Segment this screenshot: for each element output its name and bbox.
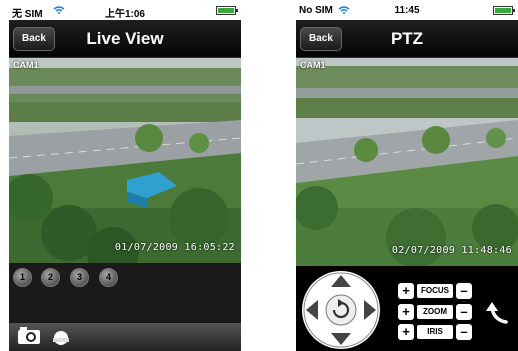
ptz-control-panel: + FOCUS – + ZOOM – + IRIS –: [296, 266, 518, 351]
focus-plus-button[interactable]: +: [398, 283, 414, 299]
nav-bar: Back PTZ: [296, 20, 518, 58]
camera-icon[interactable]: [17, 326, 41, 346]
bottom-toolbar: [9, 323, 241, 351]
page-title: PTZ: [390, 29, 424, 48]
channel-button-2[interactable]: 2: [41, 268, 60, 287]
video-timestamp: 01/07/2009 16:05:22: [114, 242, 235, 253]
iris-plus-button[interactable]: +: [398, 324, 414, 340]
channel-button-1[interactable]: 1: [13, 268, 32, 287]
channel-selector: 1 2 3 4: [9, 263, 241, 323]
page-title: Live View: [86, 29, 164, 48]
nav-bar: Back Live View: [9, 20, 241, 58]
channel-button-4[interactable]: 4: [99, 268, 118, 287]
camera-video-feed[interactable]: CAM1 01/07/2009 16:05:22: [9, 58, 241, 263]
zoom-plus-button[interactable]: +: [398, 304, 414, 320]
iris-label: IRIS: [417, 325, 453, 339]
direction-pad-graphic: [303, 272, 379, 348]
ptz-icon[interactable]: [51, 326, 71, 348]
focus-label: FOCUS: [417, 284, 453, 298]
camera-video-feed[interactable]: CAM1 02/07/2009 11:48:46: [296, 58, 518, 266]
video-timestamp: 02/07/2009 11:48:46: [391, 245, 512, 256]
video-frame: [9, 58, 241, 263]
channel-button-3[interactable]: 3: [70, 268, 89, 287]
direction-pad: [302, 271, 380, 349]
ptz-screen: No SIM 11:45 Back PTZ CAM1 02/07/2009 11…: [296, 0, 518, 351]
live-view-screen: 无 SIM 上午1:06 Back Live View CAM1 01/07/2…: [9, 0, 241, 351]
status-bar: No SIM 11:45: [296, 0, 518, 20]
status-bar: 无 SIM 上午1:06: [9, 0, 241, 20]
iris-minus-button[interactable]: –: [456, 324, 472, 340]
camera-label: CAM1: [13, 60, 39, 70]
zoom-label: ZOOM: [417, 305, 453, 319]
clock-label: 11:45: [394, 5, 420, 16]
camera-label: CAM1: [300, 60, 326, 70]
video-frame: [296, 58, 518, 266]
clock-label: 上午1:06: [104, 9, 145, 20]
battery-icon: [493, 6, 515, 15]
focus-minus-button[interactable]: –: [456, 283, 472, 299]
battery-icon: [216, 6, 238, 15]
return-arrow-icon[interactable]: [484, 300, 510, 326]
zoom-minus-button[interactable]: –: [456, 304, 472, 320]
